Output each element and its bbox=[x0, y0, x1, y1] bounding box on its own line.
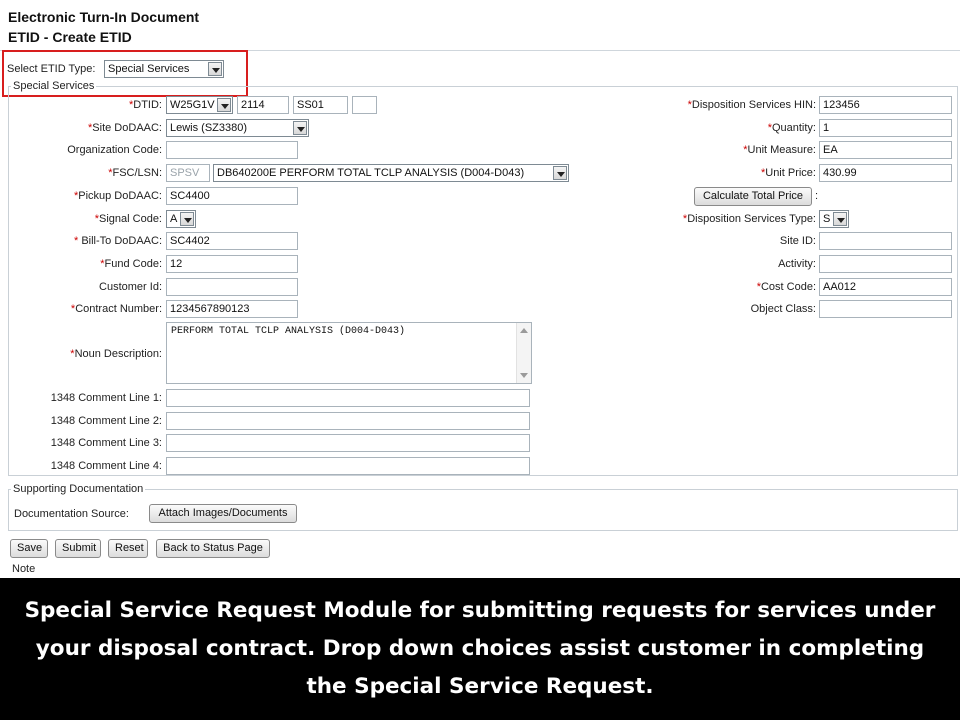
special-services-legend: Special Services bbox=[11, 80, 97, 92]
reset-button[interactable]: Reset bbox=[108, 539, 148, 558]
noun-description-label: *Noun Description: bbox=[70, 348, 162, 360]
org-code-label: Organization Code: bbox=[67, 144, 162, 156]
ds-hin-field[interactable]: 123456 bbox=[819, 96, 952, 114]
page-title: Electronic Turn-In Document bbox=[8, 9, 200, 25]
fund-code-label: *Fund Code: bbox=[100, 258, 162, 270]
chevron-down-icon[interactable] bbox=[180, 212, 194, 226]
object-class-field[interactable] bbox=[819, 300, 952, 318]
page-subtitle: ETID - Create ETID bbox=[8, 29, 132, 45]
calculate-total-price-button[interactable]: Calculate Total Price bbox=[694, 187, 812, 206]
caption-banner: Special Service Request Module for submi… bbox=[0, 578, 960, 720]
lsn-select[interactable]: DB640200E PERFORM TOTAL TCLP ANALYSIS (D… bbox=[213, 164, 569, 182]
chevron-down-icon[interactable] bbox=[208, 62, 222, 76]
dtid-suffix-field[interactable] bbox=[352, 96, 377, 114]
chevron-down-icon[interactable] bbox=[293, 121, 307, 135]
bill-to-dodaac-label: * Bill-To DoDAAC: bbox=[73, 235, 162, 247]
comment-line-1-label: 1348 Comment Line 1: bbox=[50, 392, 162, 404]
attach-documents-button[interactable]: Attach Images/Documents bbox=[149, 504, 297, 523]
ds-type-select[interactable]: S bbox=[819, 210, 849, 228]
pickup-dodaac-field[interactable]: SC4400 bbox=[166, 187, 298, 205]
activity-label: Activity: bbox=[778, 258, 816, 270]
contract-number-field[interactable]: 1234567890123 bbox=[166, 300, 298, 318]
back-to-status-button[interactable]: Back to Status Page bbox=[156, 539, 270, 558]
chevron-down-icon[interactable] bbox=[217, 98, 231, 112]
ds-hin-label: *Disposition Services HIN: bbox=[687, 99, 816, 111]
lsn-value: DB640200E PERFORM TOTAL TCLP ANALYSIS (D… bbox=[217, 167, 525, 179]
site-dodaac-label: *Site DoDAAC: bbox=[88, 122, 162, 134]
dtid-prefix-value: W25G1V bbox=[170, 99, 215, 111]
supporting-docs-legend: Supporting Documentation bbox=[11, 483, 146, 495]
ds-type-label: *Disposition Services Type: bbox=[682, 213, 816, 225]
comment-line-3-field[interactable] bbox=[166, 434, 530, 452]
quantity-field[interactable]: 1 bbox=[819, 119, 952, 137]
cost-code-field[interactable]: AA012 bbox=[819, 278, 952, 296]
save-button[interactable]: Save bbox=[10, 539, 48, 558]
dtid-label: *DTID: bbox=[128, 99, 162, 111]
scroll-down-icon[interactable] bbox=[520, 373, 528, 378]
etid-type-value: Special Services bbox=[108, 63, 190, 75]
site-dodaac-value: Lewis (SZ3380) bbox=[170, 122, 248, 134]
calculate-total-value: : bbox=[815, 190, 819, 202]
quantity-label: *Quantity: bbox=[767, 122, 816, 134]
scroll-up-icon[interactable] bbox=[520, 328, 528, 333]
org-code-field[interactable] bbox=[166, 141, 298, 159]
bill-to-dodaac-field[interactable]: SC4402 bbox=[166, 232, 298, 250]
site-dodaac-select[interactable]: Lewis (SZ3380) bbox=[166, 119, 309, 137]
etid-type-label: Select ETID Type: bbox=[7, 63, 96, 75]
note-label: Note bbox=[12, 563, 36, 575]
signal-code-select[interactable]: A bbox=[166, 210, 196, 228]
unit-measure-label: *Unit Measure: bbox=[743, 144, 816, 156]
site-id-field[interactable] bbox=[819, 232, 952, 250]
signal-code-value: A bbox=[170, 213, 178, 225]
fund-code-field[interactable]: 12 bbox=[166, 255, 298, 273]
object-class-label: Object Class: bbox=[750, 303, 816, 315]
cost-code-label: *Cost Code: bbox=[756, 281, 816, 293]
comment-line-3-label: 1348 Comment Line 3: bbox=[50, 437, 162, 449]
documentation-source-label: Documentation Source: bbox=[14, 508, 129, 520]
submit-button[interactable]: Submit bbox=[55, 539, 101, 558]
noun-description-textarea[interactable]: PERFORM TOTAL TCLP ANALYSIS (D004-D043) bbox=[166, 322, 532, 384]
etid-type-select[interactable]: Special Services bbox=[104, 60, 224, 78]
dtid-julian-field[interactable]: 2114 bbox=[237, 96, 289, 114]
activity-field[interactable] bbox=[819, 255, 952, 273]
signal-code-label: *Signal Code: bbox=[94, 213, 162, 225]
fsc-field[interactable]: SPSV bbox=[166, 164, 210, 182]
comment-line-1-field[interactable] bbox=[166, 389, 530, 407]
pickup-dodaac-label: *Pickup DoDAAC: bbox=[73, 190, 162, 202]
site-id-label: Site ID: bbox=[779, 235, 816, 247]
fsc-lsn-label: *FSC/LSN: bbox=[108, 167, 162, 179]
caption-text: Special Service Request Module for submi… bbox=[24, 598, 936, 699]
comment-line-2-field[interactable] bbox=[166, 412, 530, 430]
unit-measure-field[interactable]: EA bbox=[819, 141, 952, 159]
noun-description-value: PERFORM TOTAL TCLP ANALYSIS (D004-D043) bbox=[171, 326, 406, 337]
dtid-serial-field[interactable]: SS01 bbox=[293, 96, 348, 114]
comment-line-2-label: 1348 Comment Line 2: bbox=[50, 415, 162, 427]
unit-price-field[interactable]: 430.99 bbox=[819, 164, 952, 182]
comment-line-4-field[interactable] bbox=[166, 457, 530, 475]
customer-id-field[interactable] bbox=[166, 278, 298, 296]
textarea-scrollbar[interactable] bbox=[516, 323, 531, 383]
comment-line-4-label: 1348 Comment Line 4: bbox=[50, 460, 162, 472]
dtid-prefix-select[interactable]: W25G1V bbox=[166, 96, 233, 114]
unit-price-label: *Unit Price: bbox=[760, 167, 816, 179]
customer-id-label: Customer Id: bbox=[99, 281, 162, 293]
ds-type-value: S bbox=[823, 213, 831, 225]
chevron-down-icon[interactable] bbox=[833, 212, 847, 226]
contract-number-label: *Contract Number: bbox=[70, 303, 162, 315]
